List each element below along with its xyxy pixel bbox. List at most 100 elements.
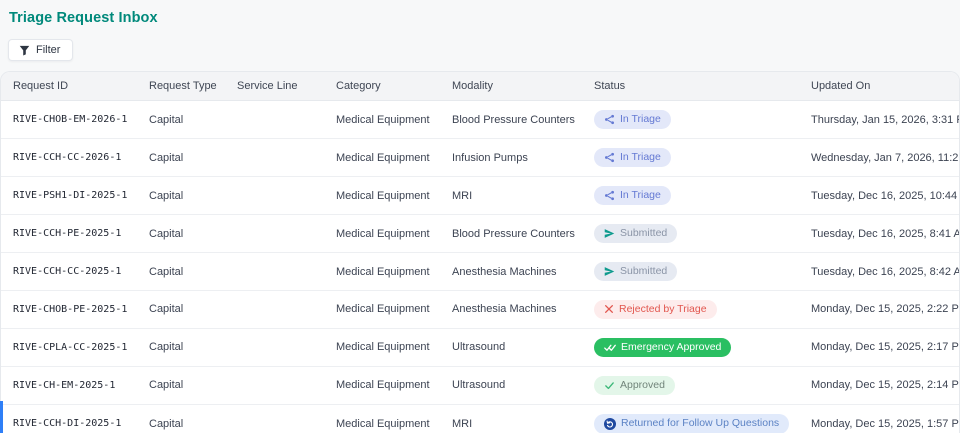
requests-table: Request ID Request Type Service Line Cat…	[0, 71, 960, 433]
col-modality: Modality	[440, 72, 582, 101]
table-row[interactable]: RIVE-PSH1-DI-2025-1 Capital Medical Equipm…	[1, 176, 959, 215]
request-type-cell: Capital	[137, 100, 225, 139]
updated-on-cell: Monday, Dec 15, 2025, 2:14 PM	[799, 366, 959, 405]
request-id-cell: RIVE-CPLA-CC-2025-1	[1, 328, 137, 367]
status-label: Rejected by Triage	[619, 303, 707, 315]
status-badge: Rejected by Triage	[594, 300, 717, 319]
status-label: Approved	[620, 378, 665, 391]
request-id-cell: RIVE-CCH-CC-2026-1	[1, 138, 137, 177]
filter-button-label: Filter	[36, 44, 61, 56]
category-cell: Medical Equipment	[324, 366, 440, 405]
table-row[interactable]: RIVE-CCH-CC-2025-1 Capital Medical Equipme…	[1, 252, 959, 291]
request-type-cell: Capital	[137, 176, 225, 215]
filter-funnel-icon	[19, 45, 30, 56]
status-cell: In Triage	[582, 138, 799, 177]
status-cell: Rejected by Triage	[582, 290, 799, 329]
page-title: Triage Request Inbox	[9, 10, 158, 26]
status-label: In Triage	[620, 189, 661, 202]
status-cell: Emergency Approved	[582, 328, 799, 367]
request-id-cell: RIVE-CCH-CC-2025-1	[1, 252, 137, 291]
status-label: Submitted	[620, 227, 668, 240]
request-type-cell: Capital	[137, 138, 225, 177]
status-cell: In Triage	[582, 176, 799, 215]
category-cell: Medical Equipment	[324, 252, 440, 291]
modality-cell: MRI	[440, 176, 582, 215]
send-icon	[604, 228, 615, 239]
modality-cell: Anesthesia Machines	[440, 290, 582, 329]
status-badge: In Triage	[594, 186, 671, 205]
updated-on-cell: Thursday, Jan 15, 2026, 3:31 PM	[799, 100, 959, 139]
modality-cell: MRI	[440, 404, 582, 433]
status-badge: Submitted	[594, 224, 678, 243]
table-body: RIVE-CHOB-EM-2026-1 Capital Medical Equipm…	[1, 100, 959, 433]
table-header-row: Request ID Request Type Service Line Cat…	[1, 72, 959, 101]
status-badge: Returned for Follow Up Questions	[594, 413, 790, 433]
status-label: Returned for Follow Up Questions	[621, 417, 780, 430]
modality-cell: Infusion Pumps	[440, 138, 582, 177]
table-row[interactable]: RIVE-CHOB-PE-2025-1 Capital Medical Equipm…	[1, 290, 959, 329]
table-row[interactable]: RIVE-CPLA-CC-2025-1 Capital Medical Equipm…	[1, 328, 959, 367]
status-cell: Submitted	[582, 252, 799, 291]
service-line-cell	[225, 328, 324, 367]
split-icon	[604, 114, 615, 125]
service-line-cell	[225, 100, 324, 139]
category-cell: Medical Equipment	[324, 176, 440, 215]
modality-cell: Blood Pressure Counters	[440, 214, 582, 253]
col-updated-on: Updated On	[799, 72, 959, 101]
category-cell: Medical Equipment	[324, 100, 440, 139]
triage-inbox-page: Triage Request Inbox Filter Request ID R…	[0, 0, 960, 433]
request-type-cell: Capital	[137, 214, 225, 253]
updated-on-cell: Tuesday, Dec 16, 2025, 8:42 AM	[799, 252, 959, 291]
updated-on-cell: Tuesday, Dec 16, 2025, 10:44 AM	[799, 176, 959, 215]
request-id-cell: RIVE-CHOB-EM-2026-1	[1, 100, 137, 139]
updated-on-cell: Tuesday, Dec 16, 2025, 8:41 AM	[799, 214, 959, 253]
double-check-icon	[604, 342, 616, 353]
request-type-cell: Capital	[137, 252, 225, 291]
request-type-cell: Capital	[137, 328, 225, 367]
col-status: Status	[582, 72, 799, 101]
status-cell: In Triage	[582, 100, 799, 139]
request-id-cell: RIVE-CCH-PE-2025-1	[1, 214, 137, 253]
updated-on-cell: Wednesday, Jan 7, 2026, 11:26 AM	[799, 138, 959, 177]
status-badge: In Triage	[594, 110, 671, 129]
service-line-cell	[225, 290, 324, 329]
return-icon	[604, 417, 616, 430]
split-icon	[604, 190, 615, 201]
request-type-cell: Capital	[137, 290, 225, 329]
status-badge: Submitted	[594, 262, 678, 281]
table-row[interactable]: RIVE-CCH-CC-2026-1 Capital Medical Equipme…	[1, 138, 959, 177]
check-icon	[604, 380, 615, 391]
service-line-cell	[225, 366, 324, 405]
status-label: In Triage	[620, 113, 661, 126]
status-cell: Returned for Follow Up Questions	[582, 404, 799, 433]
split-icon	[604, 152, 615, 163]
status-label: Emergency Approved	[621, 340, 722, 353]
table-row[interactable]: RIVE-CHOB-EM-2026-1 Capital Medical Equipm…	[1, 100, 959, 139]
service-line-cell	[225, 214, 324, 253]
x-icon	[604, 304, 614, 314]
category-cell: Medical Equipment	[324, 328, 440, 367]
service-line-cell	[225, 404, 324, 433]
request-id-cell: RIVE-PSH1-DI-2025-1	[1, 176, 137, 215]
table-row[interactable]: RIVE-CH-EM-2025-1 Capital Medical Equipmen…	[1, 366, 959, 405]
toolbar: Filter	[8, 39, 960, 61]
service-line-cell	[225, 176, 324, 215]
col-category: Category	[324, 72, 440, 101]
request-id-cell: RIVE-CH-EM-2025-1	[1, 366, 137, 405]
service-line-cell	[225, 138, 324, 177]
category-cell: Medical Equipment	[324, 290, 440, 329]
updated-on-cell: Monday, Dec 15, 2025, 1:57 PM	[799, 404, 959, 433]
status-label: In Triage	[620, 151, 661, 164]
modality-cell: Blood Pressure Counters	[440, 100, 582, 139]
updated-on-cell: Monday, Dec 15, 2025, 2:17 PM	[799, 328, 959, 367]
request-type-cell: Capital	[137, 404, 225, 433]
col-request-id: Request ID	[1, 72, 137, 101]
filter-button[interactable]: Filter	[8, 39, 74, 61]
table-row[interactable]: RIVE-CCH-DI-2025-1 Capital Medical Equipme…	[1, 404, 959, 433]
col-request-type: Request Type	[137, 72, 225, 101]
service-line-cell	[225, 252, 324, 291]
modality-cell: Ultrasound	[440, 328, 582, 367]
send-icon	[604, 266, 615, 277]
col-service-line: Service Line	[225, 72, 324, 101]
table-row[interactable]: RIVE-CCH-PE-2025-1 Capital Medical Equipme…	[1, 214, 959, 253]
